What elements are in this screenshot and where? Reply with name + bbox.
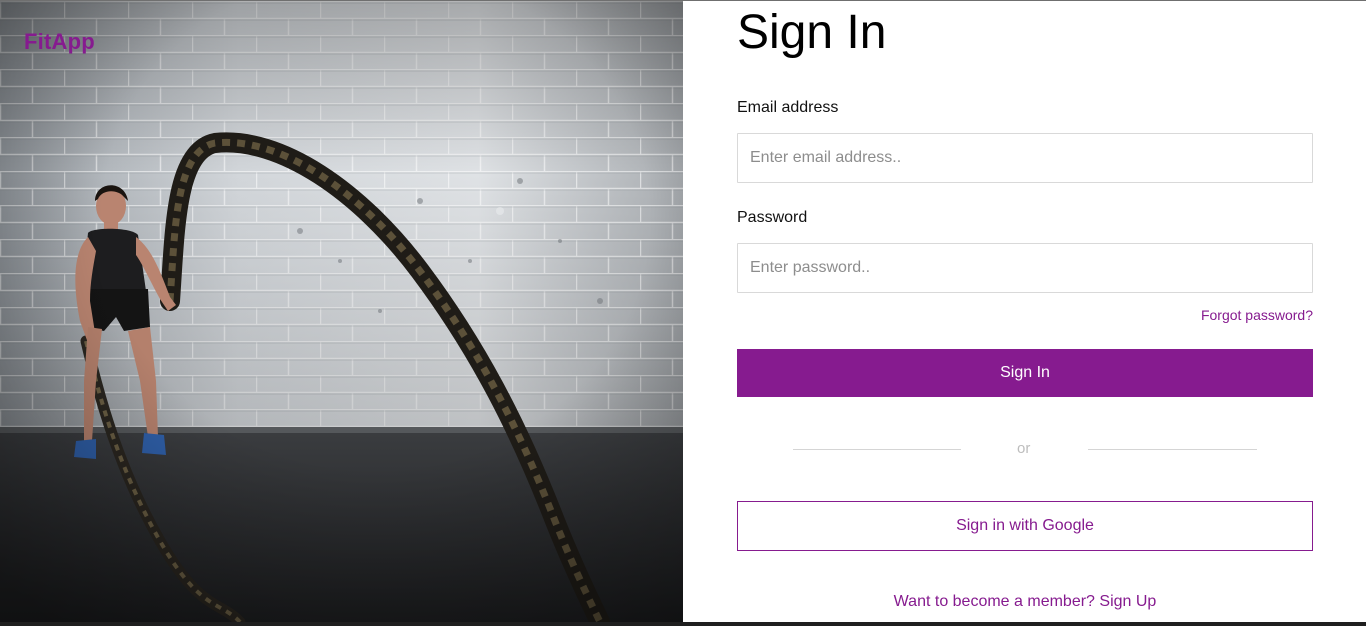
email-label: Email address: [737, 99, 839, 116]
password-field[interactable]: [737, 243, 1313, 293]
signup-prompt-text: Want to become a member?: [893, 593, 1095, 610]
signup-link-text: Sign Up: [1099, 593, 1157, 610]
hero-image: FitApp: [0, 1, 683, 622]
battle-ropes-photo: [0, 1, 683, 622]
google-sign-in-button[interactable]: Sign in with Google: [737, 501, 1313, 551]
divider-line-right: [1088, 449, 1257, 450]
signup-prompt: Want to become a member? Sign Up: [737, 593, 1313, 611]
forgot-password-link[interactable]: Forgot password?: [1201, 307, 1313, 323]
bottom-strip: [0, 622, 1366, 626]
email-field[interactable]: [737, 133, 1313, 183]
sign-in-panel: Sign In Email address Password Forgot pa…: [683, 1, 1366, 622]
divider-line-left: [793, 449, 961, 450]
or-divider-text: or: [1017, 440, 1031, 457]
page: FitApp Sign In Email address Password Fo…: [0, 0, 1366, 626]
password-label: Password: [737, 209, 808, 226]
sign-in-button[interactable]: Sign In: [737, 349, 1313, 397]
page-title: Sign In: [737, 6, 887, 59]
signup-link[interactable]: Want to become a member? Sign Up: [894, 593, 1157, 610]
fitapp-logo[interactable]: FitApp: [24, 29, 95, 55]
